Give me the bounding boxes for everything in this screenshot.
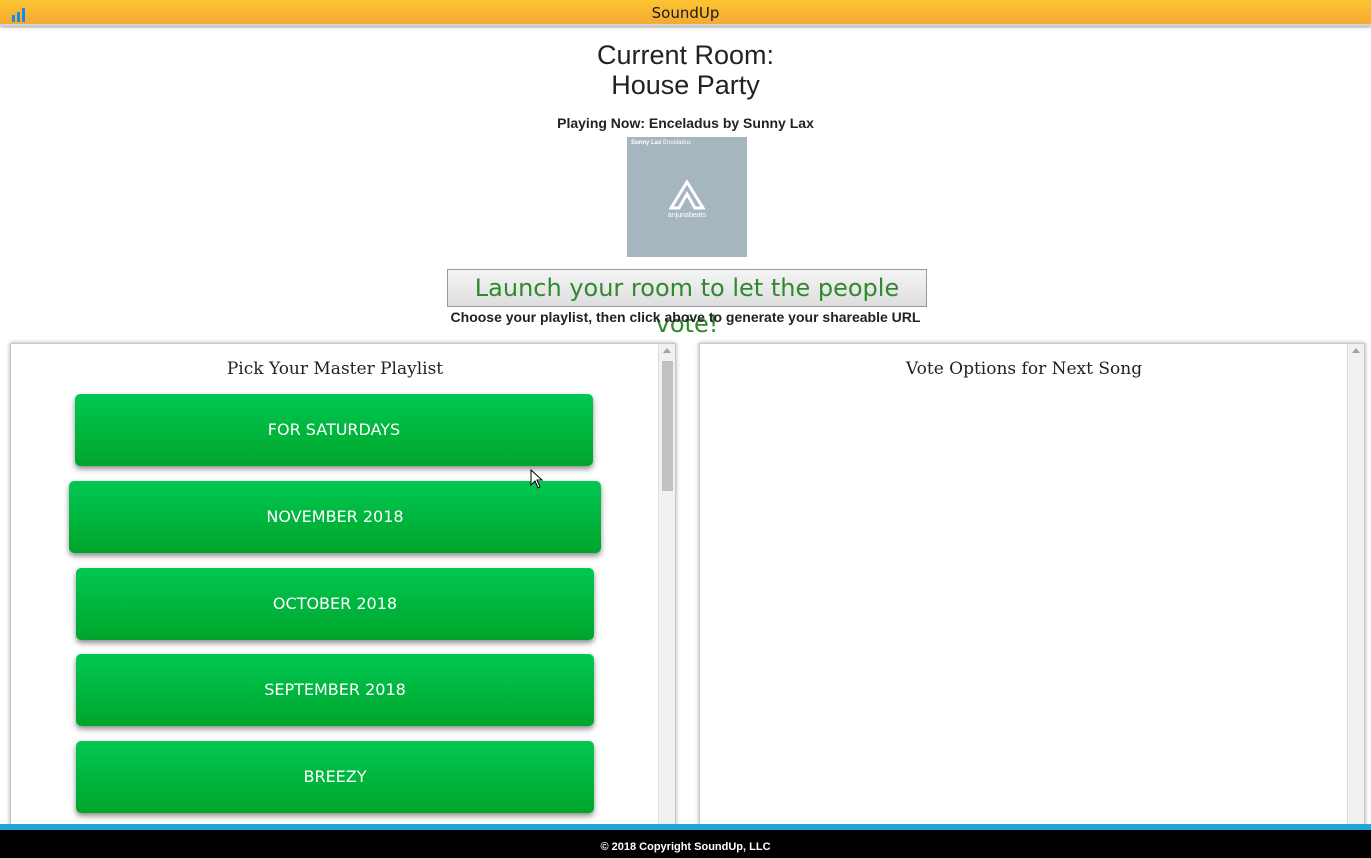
playlist-button[interactable]: NOVEMBER 2018 bbox=[69, 481, 601, 553]
vote-scrollbar[interactable] bbox=[1347, 344, 1364, 832]
album-art: Sunny Lax Enceladus anjunabeats bbox=[627, 137, 747, 257]
room-heading: Current Room: House Party bbox=[0, 40, 1371, 100]
playlist-button[interactable]: FOR SATURDAYS bbox=[75, 394, 593, 466]
app-title: SoundUp bbox=[651, 4, 720, 22]
album-brand: anjunabeats bbox=[667, 212, 707, 219]
playlist-panel: Pick Your Master Playlist FOR SATURDAYS … bbox=[10, 343, 676, 833]
playlist-button[interactable]: BREEZY bbox=[76, 741, 594, 813]
room-label: Current Room: bbox=[596, 40, 775, 70]
scroll-up-icon[interactable] bbox=[1352, 348, 1360, 353]
playlist-scrollbar[interactable] bbox=[658, 344, 675, 832]
scrollbar-thumb[interactable] bbox=[662, 361, 673, 491]
playlist-button[interactable]: SEPTEMBER 2018 bbox=[76, 654, 594, 726]
playlist-panel-title: Pick Your Master Playlist bbox=[226, 359, 444, 379]
footer: © 2018 Copyright SoundUp, LLC bbox=[0, 830, 1371, 858]
vote-panel-title: Vote Options for Next Song bbox=[905, 359, 1143, 379]
album-artist: Sunny Lax bbox=[631, 140, 662, 146]
now-playing-text: Playing Now: Enceladus by Sunny Lax bbox=[557, 115, 814, 131]
anjunabeats-logo-icon bbox=[669, 180, 705, 210]
launch-room-button[interactable]: Launch your room to let the people vote! bbox=[447, 269, 927, 338]
album-title: Enceladus bbox=[663, 140, 692, 146]
mouse-cursor-icon bbox=[530, 469, 544, 489]
app-header: SoundUp bbox=[0, 0, 1371, 26]
room-name: House Party bbox=[611, 70, 760, 100]
vote-panel: Vote Options for Next Song bbox=[699, 343, 1365, 833]
playlist-button[interactable]: OCTOBER 2018 bbox=[76, 568, 594, 640]
scroll-up-icon[interactable] bbox=[663, 348, 671, 353]
launch-hint: Choose your playlist, then click above t… bbox=[450, 309, 921, 325]
